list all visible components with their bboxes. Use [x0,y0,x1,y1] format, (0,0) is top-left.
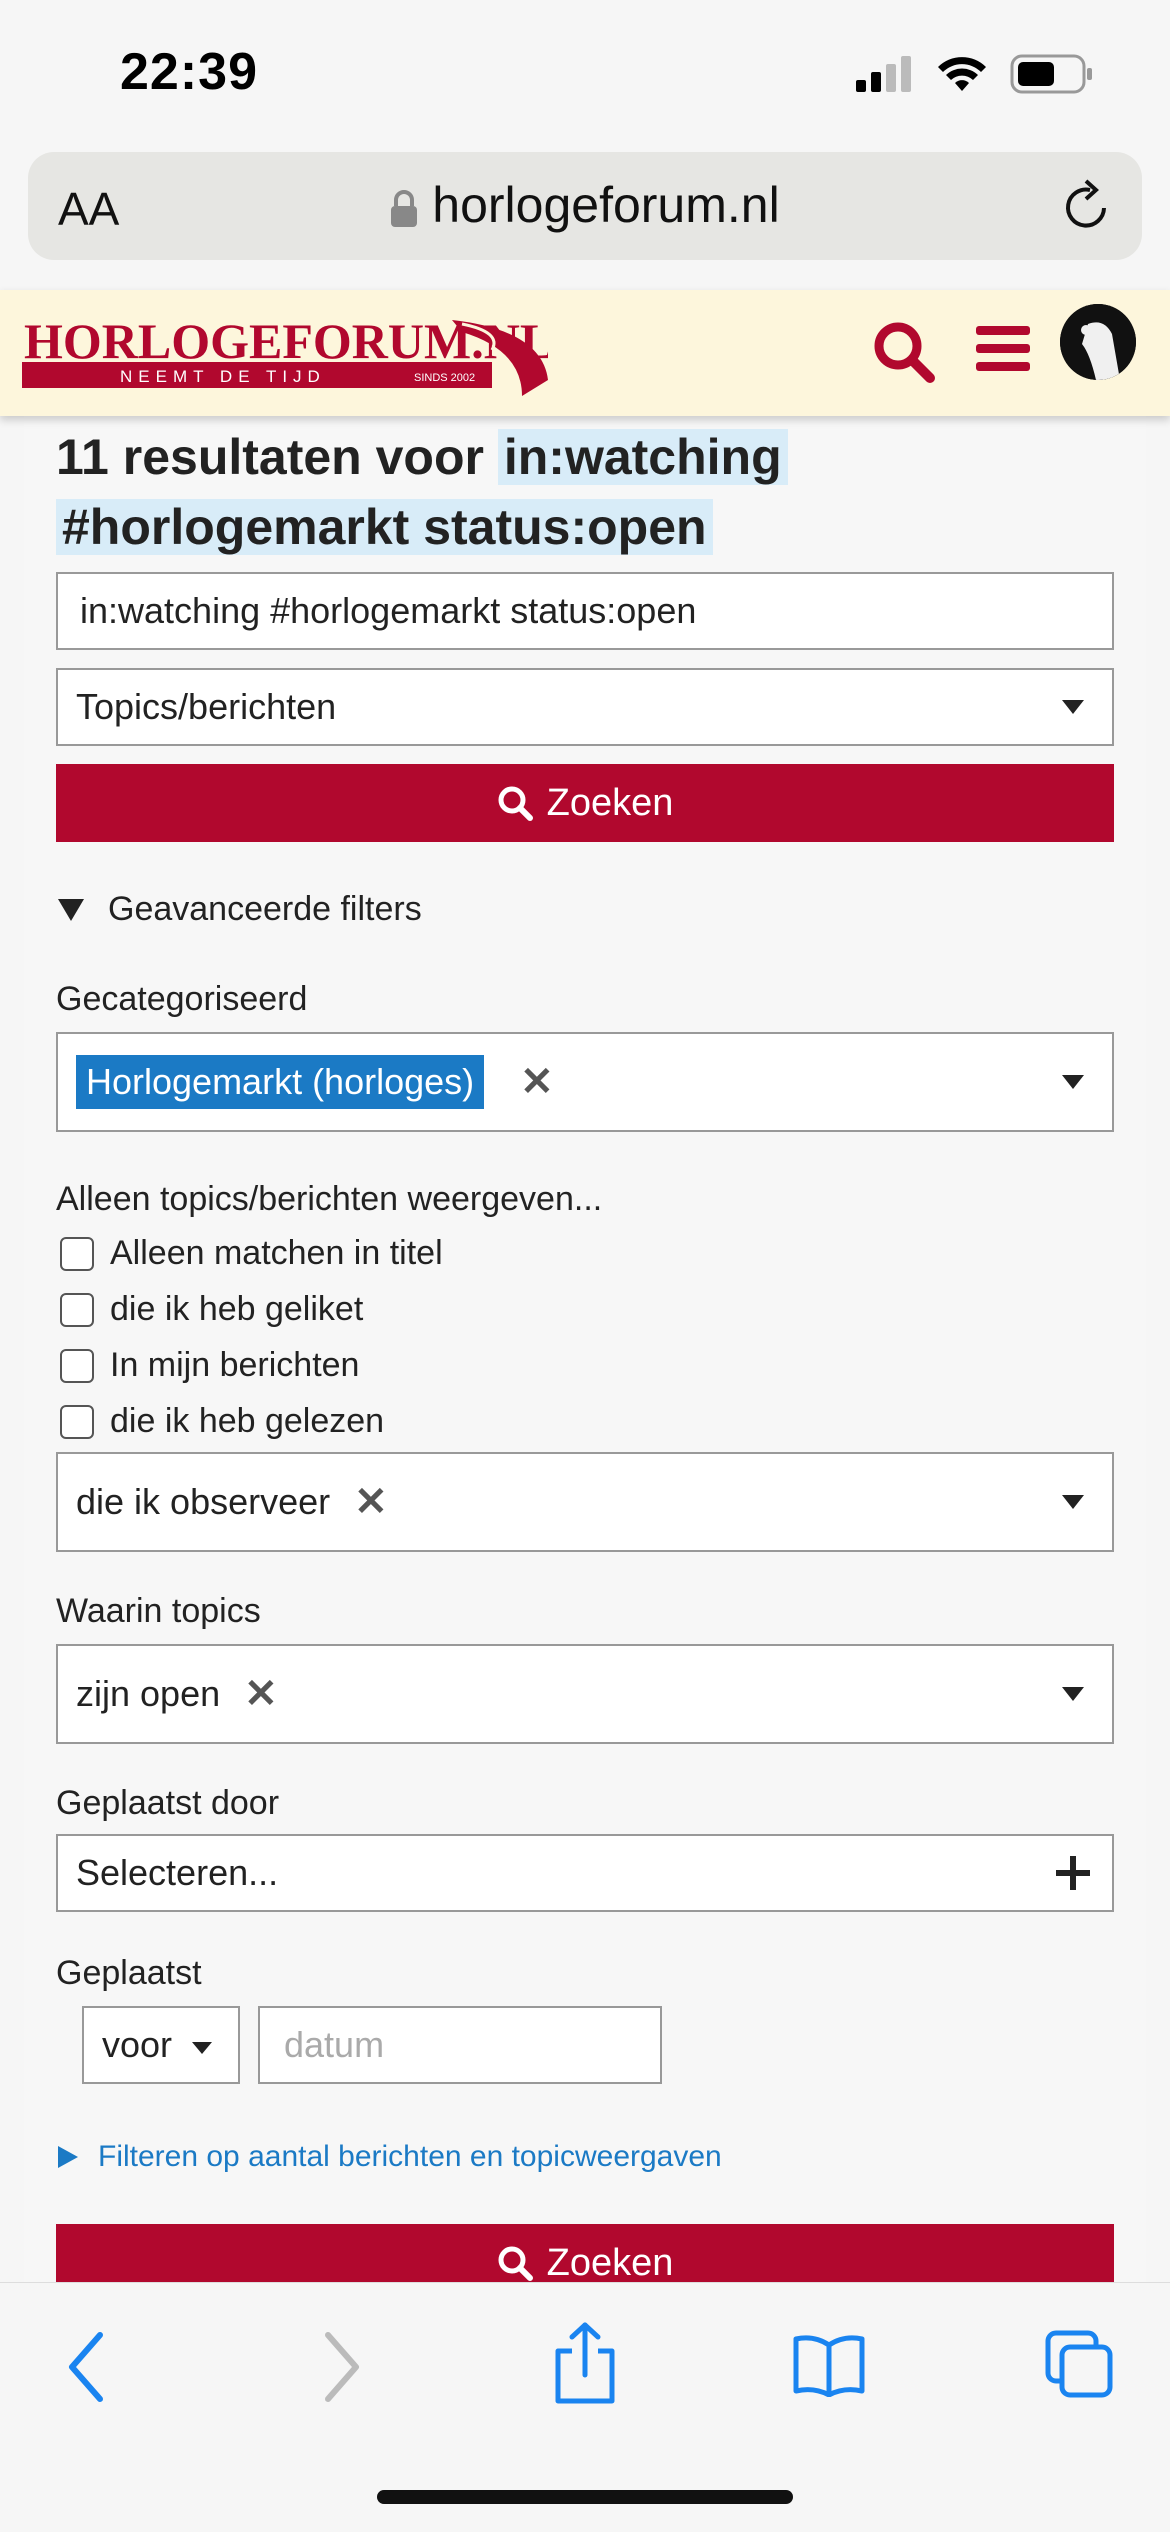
posted-label: Geplaatst [56,1954,202,1992]
search-input[interactable]: in:watching #horlogemarkt status:open [56,572,1114,650]
status-bar: 22:39 [0,0,1170,150]
url-display[interactable]: horlogeforum.nl [28,176,1142,234]
share-icon[interactable] [552,2321,618,2405]
checkbox-read[interactable]: die ik heb gelezen [60,1402,384,1441]
site-logo[interactable]: HORLOGEFORUM.NL NEEMT DE TIJD SINDS 2002 [22,310,548,396]
status-icons [856,54,1094,94]
bottom-search-button[interactable]: Zoeken [56,2224,1114,2282]
reload-icon[interactable] [1060,178,1114,234]
advanced-filters-label: Geavanceerde filters [108,890,422,928]
checkbox-label: In mijn berichten [110,1346,360,1384]
logo-title: HORLOGEFORUM.NL [24,313,548,369]
checkbox-label: die ik heb geliket [110,1290,364,1328]
query-highlight-1: in:watching [497,429,788,485]
url-text: horlogeforum.nl [432,177,780,233]
bookmarks-icon[interactable] [792,2333,866,2397]
wifi-icon [938,57,986,91]
checkbox-my-posts[interactable]: In mijn berichten [60,1346,359,1385]
search-page: 11 resultaten voor in:watching #horlogem… [24,416,1146,2282]
checkbox-title-only[interactable]: Alleen matchen in titel [60,1234,443,1273]
posted-by-select[interactable]: Selecteren... [56,1834,1114,1912]
watching-value: die ik observeer [76,1481,331,1522]
clear-category-icon[interactable]: ✕ [520,1059,554,1105]
search-icon [498,786,533,821]
signal-icon [856,56,911,92]
lock-icon [391,189,418,227]
checkbox-liked[interactable]: die ik heb geliket [60,1290,363,1329]
checkbox-box[interactable] [60,1292,94,1327]
query-highlight-2: #horlogemarkt status:open [56,499,713,555]
chevron-down-icon [1062,1687,1084,1701]
checkbox-label: die ik heb gelezen [110,1402,385,1440]
search-button-label: Zoeken [546,781,674,824]
hamburger-menu-icon[interactable] [974,324,1032,374]
posted-when-value: voor [102,2024,173,2065]
search-button[interactable]: Zoeken [56,764,1114,842]
avatar-image [1060,304,1136,380]
count-filter-toggle[interactable]: Filteren op aantal berichten en topicwee… [58,2140,722,2174]
search-type-value: Topics/berichten [76,686,337,727]
logo-tagline: NEEMT DE TIJD [120,367,326,386]
categorized-label: Gecategoriseerd [56,980,308,1018]
count-filter-link: Filteren op aantal berichten en topicwee… [98,2140,722,2173]
date-input[interactable]: datum [258,2006,662,2084]
category-select[interactable]: Horlogemarkt (horloges) ✕ [56,1032,1114,1132]
home-indicator [377,2490,793,2504]
triangle-right-icon [58,2146,78,2168]
topic-status-value: zijn open [76,1673,221,1714]
plus-icon [1056,1856,1090,1890]
clear-topic-status-icon[interactable]: ✕ [244,1671,278,1717]
triangle-down-icon [58,898,84,921]
topic-status-select[interactable]: zijn open ✕ [56,1644,1114,1744]
chevron-down-icon [1062,1075,1084,1089]
checkbox-box[interactable] [60,1348,94,1383]
user-avatar[interactable] [1060,304,1136,380]
site-header: HORLOGEFORUM.NL NEEMT DE TIJD SINDS 2002 [0,290,1170,416]
only-show-label: Alleen topics/berichten weergeven... [56,1180,603,1218]
search-type-select[interactable]: Topics/berichten [56,668,1114,746]
topics-where-label: Waarin topics [56,1592,261,1630]
page-title: 11 resultaten voor in:watching #horlogem… [56,422,1116,562]
logo-since: SINDS 2002 [414,372,475,384]
forward-icon[interactable] [316,2327,366,2407]
search-icon[interactable] [872,320,936,384]
checkbox-box[interactable] [60,1404,94,1439]
search-icon [498,2246,533,2281]
results-count: 11 resultaten voor [56,429,484,485]
checkbox-label: Alleen matchen in titel [110,1234,443,1272]
posted-when-select[interactable]: voor [82,2006,240,2084]
tabs-icon[interactable] [1044,2329,1114,2399]
chevron-down-icon [1062,700,1084,714]
back-icon[interactable] [62,2327,112,2407]
battery-icon [1010,54,1092,94]
checkbox-box[interactable] [60,1236,94,1271]
clear-watching-icon[interactable]: ✕ [354,1479,388,1525]
bottom-search-label: Zoeken [546,2241,674,2283]
posted-by-label: Geplaatst door [56,1784,280,1822]
category-chip: Horlogemarkt (horloges) [76,1055,485,1109]
watching-select[interactable]: die ik observeer ✕ [56,1452,1114,1552]
chevron-down-icon [1062,1495,1084,1509]
address-bar[interactable]: AA horlogeforum.nl [28,152,1142,260]
posted-by-placeholder: Selecteren... [76,1852,279,1893]
chevron-down-icon [192,2042,212,2054]
advanced-filters-toggle[interactable]: Geavanceerde filters [58,890,422,929]
status-time: 22:39 [120,43,258,101]
